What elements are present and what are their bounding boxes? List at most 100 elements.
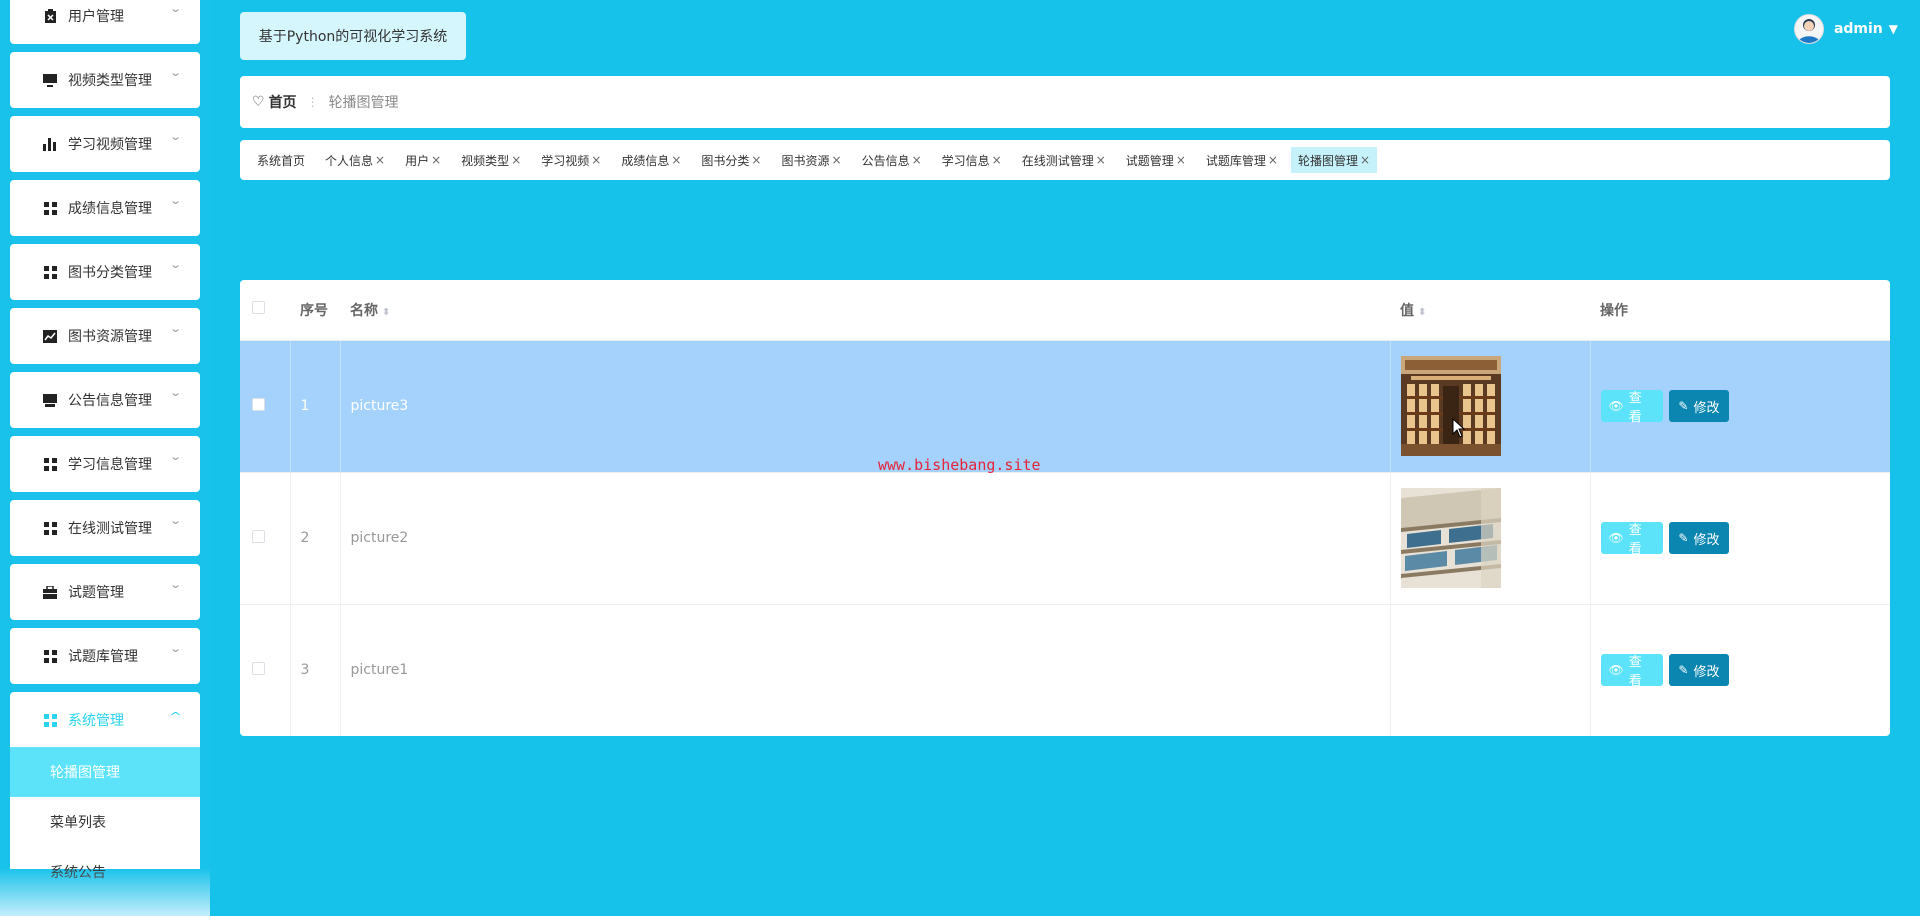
table-row[interactable]: 3 picture1 👁 查看 ✎ 修改	[240, 604, 1890, 736]
sidebar-item-system-management[interactable]: 系统管理 ^	[10, 692, 200, 748]
row-checkbox[interactable]	[252, 661, 265, 675]
view-button[interactable]: 👁 查看	[1600, 654, 1663, 689]
close-icon[interactable]: ×	[912, 153, 922, 167]
edit-button[interactable]: ✎ 修改	[1668, 522, 1729, 554]
tag-question-bank[interactable]: 试题库管理 ×	[1199, 147, 1285, 173]
close-icon[interactable]: ×	[832, 153, 842, 167]
sidebar-item-book-category[interactable]: 图书分类管理 ⌄	[10, 244, 200, 300]
bookshelf-image[interactable]	[1400, 488, 1501, 588]
close-icon[interactable]: ×	[1096, 153, 1106, 167]
row-actions: 👁 查看 ✎ 修改	[1590, 340, 1890, 473]
edit-button[interactable]: ✎ 修改	[1668, 654, 1729, 686]
sidebar-item-label: 系统管理	[68, 713, 124, 729]
sidebar-item-study-video[interactable]: 学习视频管理 ⌄	[10, 116, 200, 172]
tag-profile[interactable]: 个人信息 ×	[318, 147, 392, 173]
sort-icon[interactable]: ⬍	[382, 307, 390, 318]
close-icon[interactable]: ×	[751, 153, 761, 167]
col-value-header[interactable]: 值 ⬍	[1390, 280, 1590, 341]
col-name-header[interactable]: 名称 ⬍	[340, 280, 1390, 341]
table-row[interactable]: 1 picture3 👁 查看 ✎ 修改	[240, 340, 1890, 473]
sidebar-item-question-bank[interactable]: 试题库管理 ⌄	[10, 628, 200, 684]
user-menu[interactable]: admin ▼	[1793, 14, 1898, 44]
tag-score-info[interactable]: 成绩信息 ×	[614, 147, 688, 173]
sort-icon[interactable]: ⬍	[1418, 307, 1426, 318]
sidebar-item-online-test[interactable]: 在线测试管理 ⌄	[10, 500, 200, 556]
sidebar-item-user-management[interactable]: 用户管理 ⌄	[10, 0, 200, 44]
submenu-item-menu-list[interactable]: 菜单列表	[10, 797, 200, 847]
row-name: picture3	[340, 340, 1391, 473]
tag-home[interactable]: 系统首页	[250, 147, 312, 173]
library-image[interactable]	[1400, 356, 1501, 456]
tag-label: 试题库管理	[1205, 153, 1266, 168]
sidebar-item-score-info[interactable]: 成绩信息管理 ⌄	[10, 180, 200, 236]
grid-icon	[42, 712, 58, 728]
close-icon[interactable]: ×	[375, 153, 385, 167]
row-value	[1390, 472, 1591, 605]
view-button[interactable]: 👁 查看	[1600, 390, 1663, 425]
edit-button[interactable]: ✎ 修改	[1668, 390, 1729, 422]
grid-icon	[42, 200, 58, 216]
chevron-down-icon: ⌄	[168, 258, 182, 271]
tag-label: 成绩信息	[621, 153, 670, 168]
close-icon[interactable]: ×	[1176, 153, 1186, 167]
tag-study-info[interactable]: 学习信息 ×	[935, 147, 1009, 173]
tag-label: 图书分类	[701, 153, 750, 168]
tag-label: 学习视频	[541, 153, 590, 168]
eye-icon: 👁	[1608, 399, 1624, 413]
sidebar-item-notice-info[interactable]: 公告信息管理 ⌄	[10, 372, 200, 428]
view-button[interactable]: 👁 查看	[1600, 522, 1663, 557]
eye-icon: 👁	[1608, 663, 1624, 677]
row-index: 1	[290, 340, 341, 473]
chevron-down-icon: ⌄	[168, 66, 182, 79]
tag-label: 用户	[405, 153, 430, 168]
submenu-item-carousel[interactable]: 轮播图管理	[10, 747, 200, 797]
grid-icon	[42, 264, 58, 280]
tag-book-category[interactable]: 图书分类 ×	[694, 147, 768, 173]
sidebar-item-video-type[interactable]: 视频类型管理 ⌄	[10, 52, 200, 108]
tag-label: 轮播图管理	[1297, 153, 1358, 168]
tag-notice-info[interactable]: 公告信息 ×	[855, 147, 929, 173]
row-value	[1390, 340, 1591, 473]
close-icon[interactable]: ×	[1268, 153, 1278, 167]
close-icon[interactable]: ×	[671, 153, 681, 167]
tag-video-type[interactable]: 视频类型 ×	[454, 147, 528, 173]
select-all-checkbox[interactable]	[252, 301, 265, 315]
sidebar-item-label: 学习信息管理	[68, 457, 152, 473]
breadcrumb-home[interactable]: ♡ 首页	[252, 92, 297, 112]
row-checkbox[interactable]	[252, 529, 265, 543]
tag-study-video[interactable]: 学习视频 ×	[534, 147, 608, 173]
row-index: 3	[290, 604, 341, 736]
table-header-row: 序号 名称 ⬍ 值 ⬍ 操作	[240, 280, 1890, 341]
caret-down-icon: ▼	[1888, 22, 1898, 36]
tag-user[interactable]: 用户 ×	[398, 147, 448, 173]
grid-icon	[42, 520, 58, 536]
tag-carousel[interactable]: 轮播图管理 ×	[1290, 147, 1378, 173]
sidebar-item-label: 在线测试管理	[68, 521, 152, 537]
sidebar-item-book-resource[interactable]: 图书资源管理 ⌄	[10, 308, 200, 364]
tag-question-management[interactable]: 试题管理 ×	[1119, 147, 1193, 173]
system-title: 基于Python的可视化学习系统	[240, 12, 466, 60]
row-checkbox[interactable]	[252, 397, 265, 411]
view-label: 查看	[1628, 523, 1642, 557]
tag-label: 视频类型	[461, 153, 510, 168]
chevron-up-icon: ^	[168, 710, 182, 723]
submenu-item-system-notice[interactable]: 系统公告	[10, 847, 200, 897]
chevron-down-icon: ⌄	[168, 450, 182, 463]
close-icon[interactable]: ×	[511, 153, 521, 167]
tag-bar: 系统首页 个人信息 × 用户 × 视频类型 × 学习视频 × 成绩信息 × 图书分类 × 图…	[240, 140, 1890, 180]
inbox-icon	[42, 392, 58, 408]
sidebar-item-study-info[interactable]: 学习信息管理 ⌄	[10, 436, 200, 492]
close-icon[interactable]: ×	[1360, 153, 1370, 167]
close-icon[interactable]: ×	[992, 153, 1002, 167]
tag-label: 学习信息	[941, 153, 990, 168]
select-all-cell	[240, 280, 290, 341]
tag-book-resource[interactable]: 图书资源 ×	[774, 147, 848, 173]
table-row[interactable]: 2 picture2 👁 查看 ✎ 修改	[240, 472, 1890, 605]
chevron-down-icon: ⌄	[168, 194, 182, 207]
close-icon[interactable]: ×	[431, 153, 441, 167]
sidebar-item-question-management[interactable]: 试题管理 ⌄	[10, 564, 200, 620]
edit-label: 修改	[1693, 664, 1720, 680]
close-icon[interactable]: ×	[591, 153, 601, 167]
col-value-label: 值	[1400, 302, 1414, 319]
tag-online-test[interactable]: 在线测试管理 ×	[1015, 147, 1113, 173]
